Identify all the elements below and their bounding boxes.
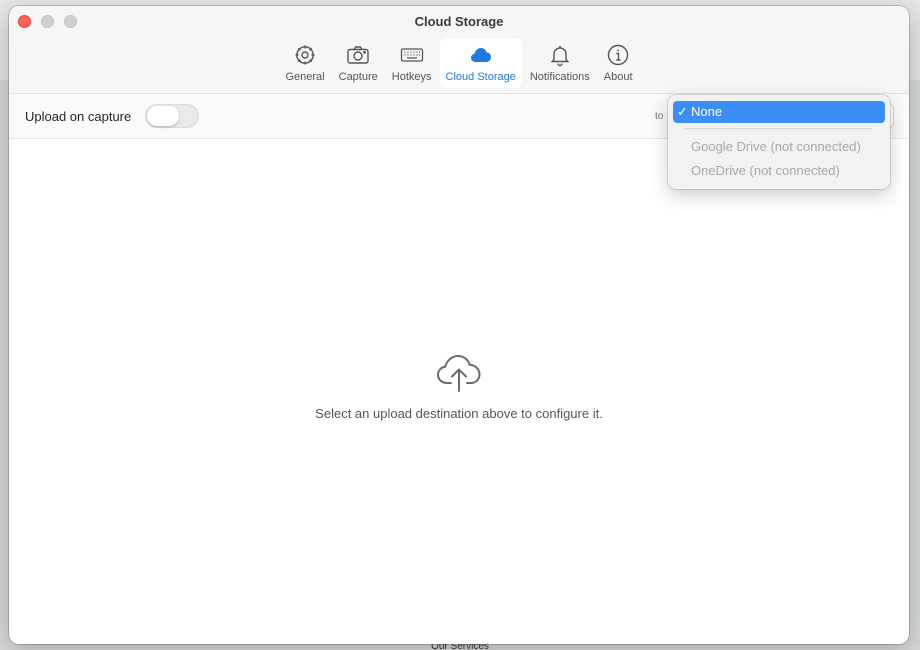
menu-item-label: Google Drive (not connected) (691, 139, 861, 154)
tab-about[interactable]: About (598, 38, 639, 88)
tab-label: Capture (338, 71, 378, 83)
empty-state: Select an upload destination above to co… (9, 351, 909, 421)
destination-dropdown-menu: ✓ None Google Drive (not connected) OneD… (668, 95, 890, 189)
tab-label: Hotkeys (391, 71, 432, 83)
preferences-toolbar: General Capture Hotkeys Cloud Storage No… (9, 38, 909, 90)
menu-item-google-drive: Google Drive (not connected) (673, 136, 885, 158)
destination-label: to (655, 111, 664, 122)
upload-on-capture-toggle[interactable] (145, 104, 199, 128)
tab-label: General (285, 71, 325, 83)
menu-item-label: OneDrive (not connected) (691, 163, 840, 178)
tab-capture[interactable]: Capture (333, 38, 384, 88)
menu-item-onedrive: OneDrive (not connected) (673, 160, 885, 182)
tab-general[interactable]: General (279, 38, 330, 88)
tab-hotkeys[interactable]: Hotkeys (386, 38, 438, 88)
tab-label: Notifications (529, 71, 590, 83)
window-title: Cloud Storage (414, 14, 504, 29)
tab-label: About (603, 71, 633, 83)
gear-icon (292, 42, 318, 68)
info-icon (605, 42, 631, 68)
tab-label: Cloud Storage (445, 71, 516, 83)
tab-notifications[interactable]: Notifications (524, 38, 596, 88)
cloud-icon (468, 42, 494, 68)
menu-item-none[interactable]: ✓ None (673, 101, 885, 123)
tab-cloud-storage[interactable]: Cloud Storage (439, 38, 522, 88)
keyboard-icon (399, 42, 425, 68)
menu-separator (685, 128, 873, 129)
camera-icon (345, 42, 371, 68)
menu-item-label: None (691, 104, 723, 119)
titlebar: Cloud Storage General Capture Hotkeys Cl… (9, 6, 909, 94)
bell-icon (547, 42, 573, 68)
preferences-window: Cloud Storage General Capture Hotkeys Cl… (9, 6, 909, 644)
upload-on-capture-label: Upload on capture (25, 109, 132, 124)
checkmark-icon: ✓ (677, 104, 688, 119)
toggle-knob (147, 106, 179, 126)
cloud-upload-icon (9, 351, 909, 398)
empty-state-message: Select an upload destination above to co… (315, 406, 603, 421)
